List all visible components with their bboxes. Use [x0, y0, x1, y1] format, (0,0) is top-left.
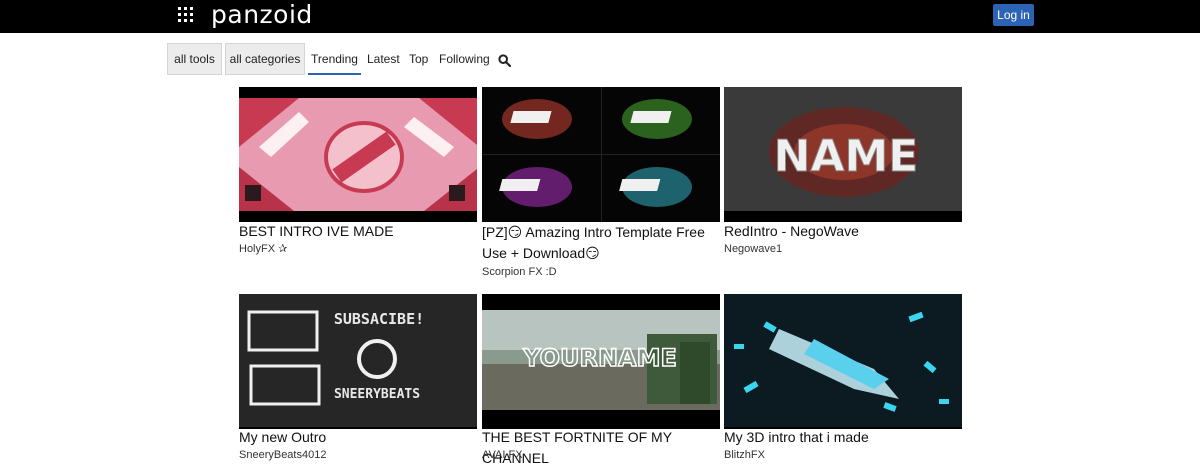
thumbnail-text: YOURNAME	[522, 344, 677, 372]
thumbnail-text: SUBSACIBE!	[334, 310, 424, 328]
logo[interactable]: panzoid	[211, 0, 313, 33]
video-title[interactable]: RedIntro - NegoWave	[724, 221, 969, 242]
sub-navigation: all tools all categories Trending Latest…	[0, 33, 1200, 83]
thumbnail-text: NAME	[774, 131, 919, 182]
video-author[interactable]: SneeryBeats4012	[239, 448, 326, 462]
top-bar: panzoid Log in	[0, 0, 1200, 33]
video-thumbnail[interactable]	[724, 294, 962, 429]
video-author[interactable]: BlitzhFX	[724, 448, 765, 462]
video-title[interactable]: BEST INTRO IVE MADE	[239, 221, 484, 242]
video-author[interactable]: Negowave1	[724, 242, 782, 256]
tab-latest[interactable]: Latest	[367, 43, 400, 75]
video-title[interactable]: My new Outro	[239, 427, 484, 448]
video-thumbnail[interactable]	[239, 87, 477, 222]
video-author[interactable]: AVAI FX	[482, 448, 523, 462]
tab-trending[interactable]: Trending	[308, 43, 361, 75]
tab-following[interactable]: Following	[439, 43, 490, 75]
video-title[interactable]: My 3D intro that i made	[724, 427, 969, 448]
thumbnail-text: SNEERYBEATS	[334, 387, 420, 402]
tab-top[interactable]: Top	[409, 43, 428, 75]
apps-grid-icon[interactable]	[178, 7, 195, 24]
active-tab-indicator	[308, 73, 361, 75]
video-thumbnail[interactable]: NAME	[724, 87, 962, 222]
video-thumbnail[interactable]	[482, 87, 720, 222]
video-author[interactable]: HolyFX ✰	[239, 242, 287, 256]
search-icon[interactable]	[498, 54, 511, 67]
all-categories-button[interactable]: all categories	[225, 43, 305, 75]
video-thumbnail[interactable]: SUBSACIBE! SNEERYBEATS	[239, 294, 477, 429]
video-title[interactable]: [PZ]😏 Amazing Intro Template Free Use + …	[482, 222, 722, 264]
login-button[interactable]: Log in	[993, 4, 1034, 26]
all-tools-button[interactable]: all tools	[167, 43, 222, 75]
video-author[interactable]: Scorpion FX :D	[482, 265, 557, 279]
video-thumbnail[interactable]: YOURNAME	[482, 294, 720, 429]
